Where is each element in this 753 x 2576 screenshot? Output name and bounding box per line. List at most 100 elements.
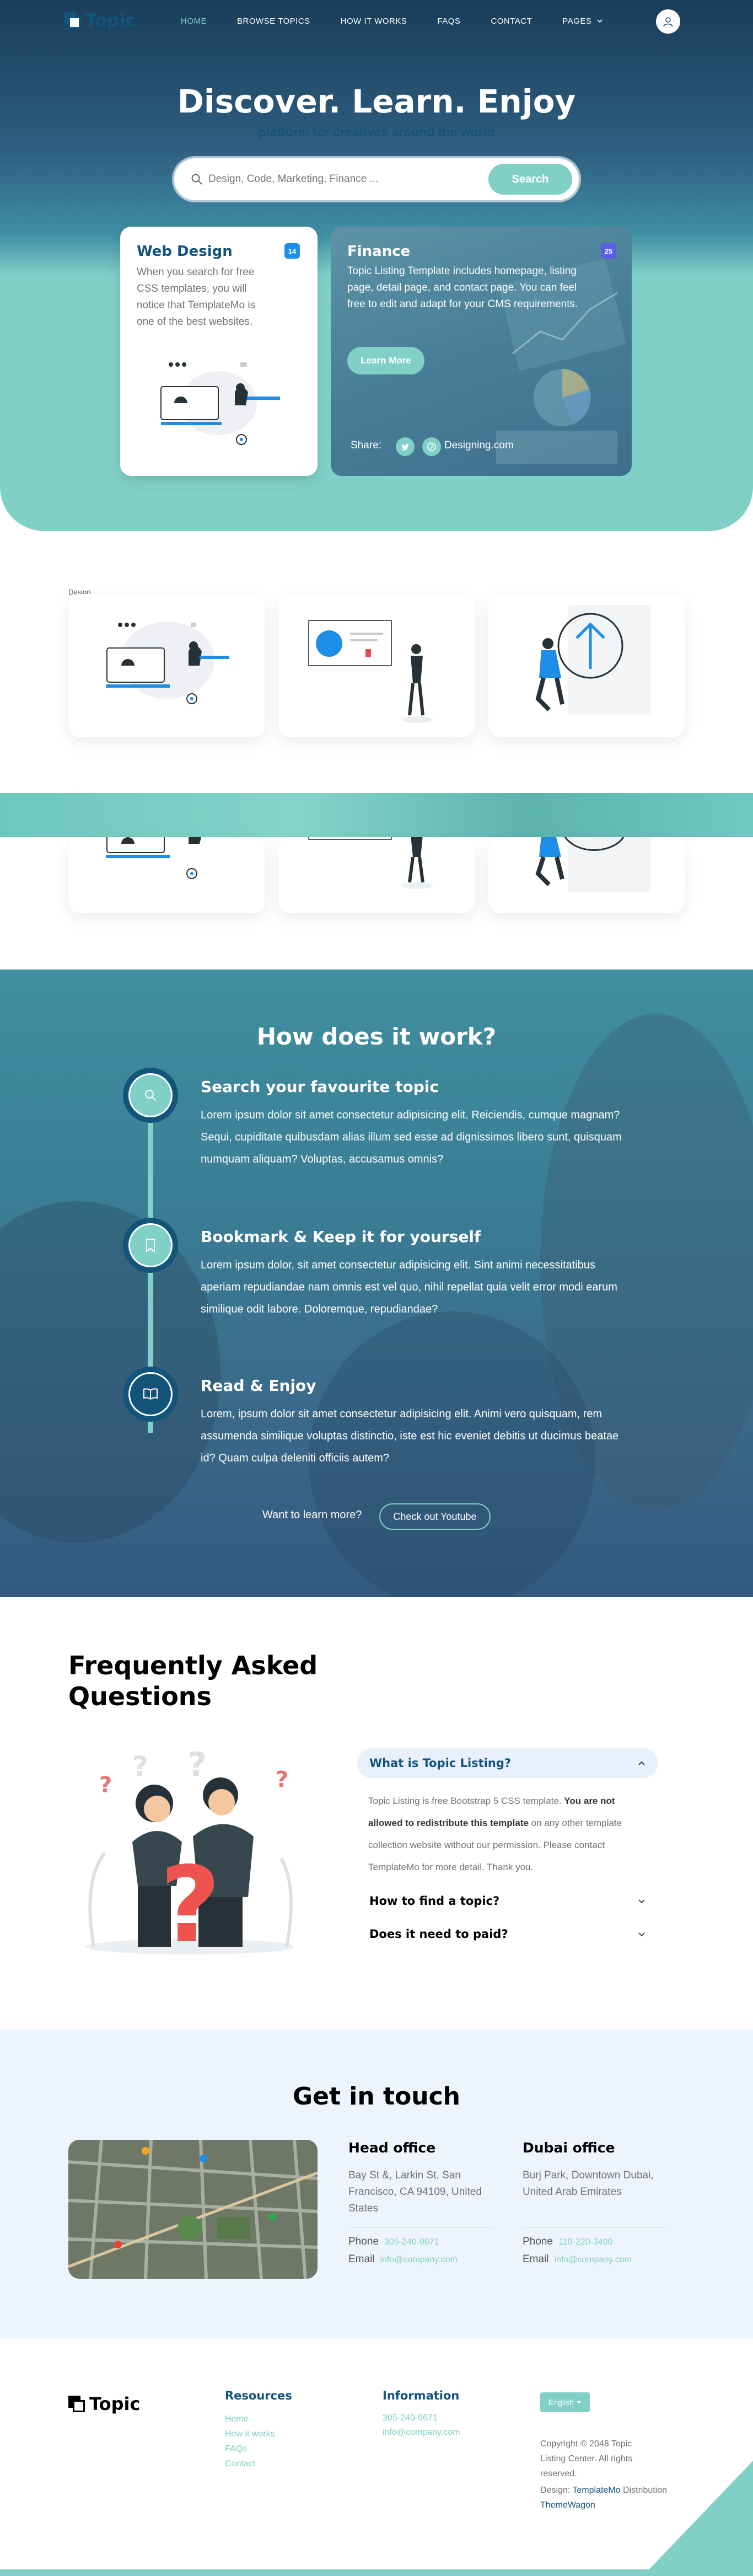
graphic-design-illustration — [308, 620, 433, 723]
step-title: Read & Enjoy — [201, 1377, 316, 1395]
card-text: Topic Listing Template includes homepage… — [347, 265, 578, 310]
topic-card[interactable] — [68, 837, 265, 913]
learn-more-button[interactable]: Learn More — [347, 347, 424, 374]
section-title: How does it work? — [256, 1023, 497, 1050]
book-icon — [143, 1388, 158, 1400]
nav-link-how-it-works[interactable]: HOW IT WORKS — [341, 17, 407, 26]
author-label: Designing.com — [444, 440, 514, 451]
office-address: Bay St &, Larkin St, San Francisco, CA 9… — [348, 2170, 482, 2214]
footer-brand-logo[interactable]: Topic — [68, 2393, 140, 2414]
brand-name: Topic — [89, 2393, 141, 2414]
growth-illustration — [535, 605, 651, 715]
decorative-band — [0, 793, 753, 837]
faq-question: What is Topic Listing? — [369, 1756, 512, 1770]
language-dropdown[interactable]: English — [540, 2392, 590, 2412]
web-design-illustration — [106, 622, 229, 704]
step-search — [123, 1068, 178, 1123]
column-title: Resources — [225, 2389, 292, 2402]
office-email: Email info@company.com — [523, 2253, 632, 2266]
topic-count-badge: 25 — [601, 243, 616, 259]
web-design-illustration — [106, 837, 201, 879]
footer-bottom-bar — [0, 2569, 753, 2576]
column-title: Information — [383, 2389, 460, 2402]
email-link[interactable]: info@company.com — [555, 2255, 632, 2264]
svg-text:?: ? — [132, 1750, 148, 1782]
nav-pages-label: PAGES — [562, 17, 592, 26]
office-address: Burj Park, Downtown Dubai, United Arab E… — [523, 2170, 654, 2198]
footer-link-how-it-works[interactable]: How it works — [225, 2429, 275, 2439]
themewagon-link[interactable]: ThemeWagon — [540, 2500, 595, 2510]
footer-link-faqs[interactable]: FAQs — [225, 2444, 247, 2454]
share-label: Share: — [351, 440, 381, 451]
how-it-works-section: How does it work? Search your favourite … — [0, 970, 753, 1597]
office-name: Dubai office — [523, 2140, 615, 2156]
email-link[interactable]: info@company.com — [380, 2255, 458, 2264]
chevron-down-icon — [576, 2401, 581, 2403]
faq-question: How to find a topic? — [369, 1894, 500, 1908]
nav-link-pages[interactable]: PAGES — [562, 17, 603, 26]
step-text: Lorem, ipsum dolor sit amet consectetur … — [201, 1408, 619, 1464]
phone-label: Phone — [523, 2236, 553, 2247]
contact-section: Get in touch Head office Bay St &, Larki… — [0, 2029, 753, 2338]
twitter-icon — [401, 443, 409, 451]
topic-card[interactable] — [488, 837, 685, 913]
step-text: Lorem ipsum dolor sit amet consectetur a… — [201, 1109, 622, 1165]
faq-item-what-is-topic-listing[interactable]: What is Topic Listing? — [357, 1748, 658, 1778]
chevron-down-icon — [638, 1899, 645, 1904]
faq-answer: Topic Listing is free Bootstrap 5 CSS te… — [368, 1790, 649, 1878]
search-form: Search — [174, 158, 579, 200]
learn-more-text: Want to learn more? — [262, 1509, 362, 1521]
user-button[interactable] — [656, 9, 680, 34]
youtube-button[interactable]: Check out Youtube — [379, 1503, 491, 1530]
phone-link[interactable]: 110-220-3400 — [558, 2237, 612, 2247]
search-icon — [145, 1090, 156, 1101]
footer-email-link[interactable]: info@company.com — [383, 2428, 460, 2438]
step-title: Search your favourite topic — [201, 1078, 439, 1096]
step-icon-wrap — [128, 1223, 173, 1267]
growth-illustration — [535, 837, 651, 892]
topic-card[interactable] — [278, 837, 475, 913]
answer-text: Topic Listing is free Bootstrap 5 CSS te… — [368, 1796, 562, 1806]
footer-phone-link[interactable]: 305-240-9671 — [383, 2413, 438, 2423]
user-icon — [663, 17, 673, 27]
search-button[interactable]: Search — [488, 164, 572, 195]
map-image — [68, 2140, 318, 2279]
svg-text:?: ? — [187, 1745, 207, 1784]
office-name: Head office — [348, 2140, 436, 2156]
templatemo-link[interactable]: TemplateMo — [572, 2486, 620, 2495]
finance-card[interactable]: Finance 25 Topic Listing Template includ… — [331, 227, 632, 476]
phone-link[interactable]: 305-240-9671 — [384, 2237, 439, 2247]
step-title: Bookmark & Keep it for yourself — [201, 1228, 481, 1246]
office-phone: Phone 110-220-3400 — [523, 2236, 612, 2248]
google-map[interactable] — [68, 2140, 318, 2279]
nav-link-contact[interactable]: CONTACT — [491, 17, 532, 26]
search-input[interactable] — [208, 169, 473, 189]
hero-subtitle: platform for creatives around the world — [258, 125, 495, 139]
nav-link-faqs[interactable]: FAQS — [437, 17, 460, 26]
web-design-card[interactable]: Web Design 14 When you search for free C… — [120, 227, 318, 476]
office-email: Email info@company.com — [348, 2253, 458, 2266]
footer-link-contact[interactable]: Contact — [225, 2459, 255, 2469]
background-photo-shape — [0, 1201, 220, 1543]
topic-card[interactable] — [488, 594, 685, 737]
topic-count-badge: 14 — [284, 243, 300, 259]
hero-section: Topic HOME BROWSE TOPICS HOW IT WORKS FA… — [0, 0, 753, 531]
footer-link-home[interactable]: Home — [225, 2414, 249, 2424]
design-prefix: Design: — [540, 2486, 571, 2495]
nav-link-browse-topics[interactable]: BROWSE TOPICS — [237, 17, 310, 26]
footer-corner-shape — [643, 2461, 753, 2576]
step-bookmark — [123, 1218, 178, 1273]
topic-card[interactable] — [278, 594, 475, 737]
brand-logo[interactable]: Topic — [64, 10, 136, 31]
faq-item-does-it-need-paid[interactable]: Does it need to paid? — [357, 1919, 658, 1949]
topic-card[interactable] — [68, 594, 265, 737]
faq-illustration: ? ? ? ? ? — [85, 1745, 295, 1963]
faq-item-how-to-find[interactable]: How to find a topic? — [357, 1886, 658, 1916]
nav-link-home[interactable]: HOME — [181, 17, 207, 26]
pinterest-share-button[interactable] — [422, 437, 441, 456]
step-read — [123, 1367, 178, 1422]
twitter-share-button[interactable] — [396, 437, 415, 456]
language-label: English — [548, 2398, 574, 2407]
nav-links: HOME BROWSE TOPICS HOW IT WORKS FAQS CON… — [181, 17, 633, 26]
copyright-text: Copyright © 2048 Topic Listing Center. A… — [540, 2439, 633, 2478]
